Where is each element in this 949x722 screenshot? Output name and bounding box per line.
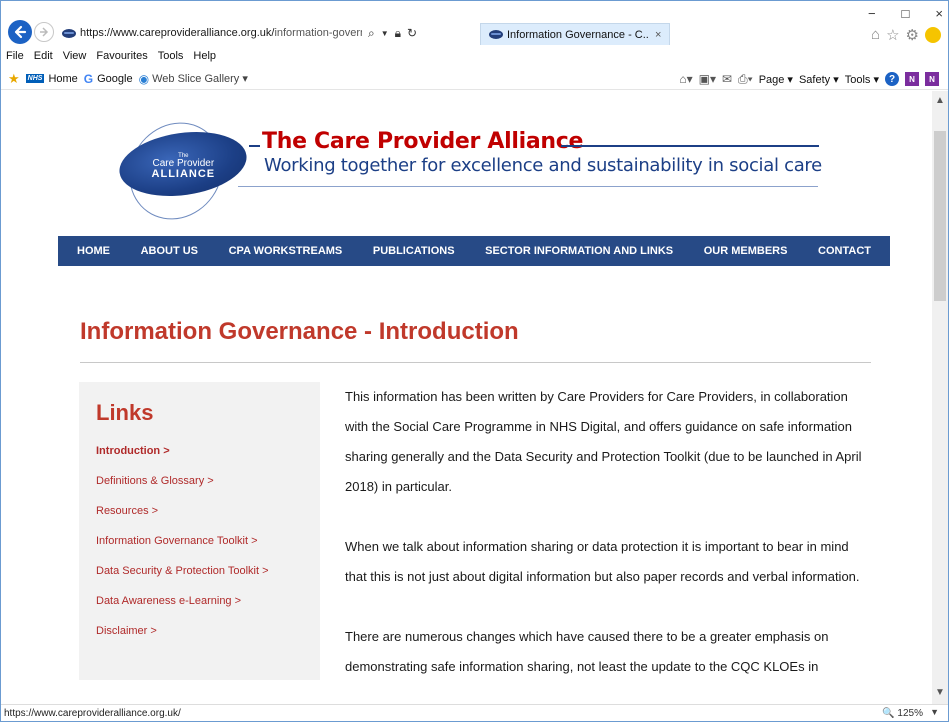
read-mail-icon[interactable]: ✉ [722, 72, 732, 86]
content-paragraph: When we talk about information sharing o… [345, 539, 860, 584]
home-page-icon[interactable]: ⌂▾ [679, 72, 692, 86]
favourite-web-slice-gallery[interactable]: Web Slice Gallery ▾ [152, 72, 248, 85]
menu-help[interactable]: Help [193, 50, 216, 68]
link-information-governance-toolkit[interactable]: Information Governance Toolkit > [96, 535, 269, 565]
menu-edit[interactable]: Edit [34, 50, 53, 68]
help-icon[interactable]: ? [885, 72, 899, 86]
page-title: Information Governance - Introduction [80, 318, 519, 345]
site-favicon-icon [62, 28, 76, 38]
home-icon[interactable]: ⌂ [871, 26, 880, 44]
search-icon[interactable]: ⌕ [368, 26, 375, 41]
zoom-level[interactable]: 🔍 125% [882, 708, 923, 719]
scroll-up-icon[interactable]: ▲ [935, 95, 945, 106]
nhs-logo-icon: NHS [25, 74, 45, 83]
back-button[interactable] [8, 20, 32, 44]
favourites-star-icon[interactable]: ☆ [886, 26, 899, 44]
add-favourite-star-icon[interactable]: ★ [8, 71, 20, 87]
page-viewport: The Care Provider ALLIANCE The Care Prov… [1, 91, 932, 704]
menu-tools[interactable]: Tools [158, 50, 184, 68]
menu-bar: File Edit View Favourites Tools Help [0, 50, 216, 68]
url-host: https://www.careprovideralliance.org.uk/ [80, 27, 275, 39]
settings-gear-icon[interactable]: ⚙ [906, 26, 919, 44]
menu-favourites[interactable]: Favourites [96, 50, 147, 68]
onenote-icon[interactable]: N [905, 72, 919, 86]
command-bar: ⌂▾ ▣▾ ✉ ⎙▾ Page ▾ Safety ▾ Tools ▾ ? N N [679, 68, 939, 90]
lock-icon[interactable]: 🔒︎ [395, 26, 401, 41]
page-menu[interactable]: Page ▾ [759, 73, 793, 86]
feeds-icon[interactable]: ▣▾ [699, 72, 716, 86]
menu-view[interactable]: View [63, 50, 87, 68]
site-tagline: Working together for excellence and sust… [264, 155, 822, 176]
google-icon: G [83, 71, 94, 86]
feedback-smiley-icon[interactable] [925, 27, 941, 43]
nav-sector-information-and-links[interactable]: SECTOR INFORMATION AND LINKS [485, 245, 673, 257]
safety-menu[interactable]: Safety ▾ [799, 73, 839, 86]
dropdown-icon[interactable]: ▼ [381, 29, 389, 38]
nav-about-us[interactable]: ABOUT US [141, 245, 198, 257]
favourites-bar: ★ NHS Home G Google ◉ Web Slice Gallery … [0, 68, 949, 90]
browser-titlebar: https://www.careprovideralliance.org.uk/… [0, 0, 949, 46]
site-title: The Care Provider Alliance [262, 129, 584, 154]
tab-title: Information Governance - C... [507, 28, 649, 41]
status-bar: https://www.careprovideralliance.org.uk/… [0, 704, 949, 722]
print-icon[interactable]: ⎙▾ [738, 72, 753, 87]
links-heading: Links [96, 400, 154, 425]
content-paragraph: This information has been written by Car… [345, 389, 862, 494]
url-path: information-governance.h [274, 27, 362, 39]
content-paragraph: There are numerous changes which have ca… [345, 629, 829, 674]
nav-cpa-workstreams[interactable]: CPA WORKSTREAMS [229, 245, 343, 257]
link-data-security-protection-toolkit[interactable]: Data Security & Protection Toolkit > [96, 565, 269, 595]
nav-home[interactable]: HOME [77, 245, 110, 257]
tab-close-icon[interactable]: × [655, 29, 661, 41]
nav-contact[interactable]: CONTACT [818, 245, 871, 257]
main-content: This information has been written by Car… [345, 382, 865, 704]
scroll-down-icon[interactable]: ▼ [935, 687, 945, 698]
web-slice-icon: ◉ [138, 71, 150, 86]
forward-arrow-icon [40, 27, 49, 37]
link-introduction[interactable]: Introduction > [96, 445, 269, 475]
link-disclaimer[interactable]: Disclaimer > [96, 625, 269, 655]
status-url: https://www.careprovideralliance.org.uk/ [4, 708, 181, 719]
tools-menu[interactable]: Tools ▾ [845, 73, 879, 86]
maximize-button[interactable]: □ [902, 6, 910, 21]
vertical-scrollbar[interactable]: ▲ ▼ [932, 91, 948, 704]
close-window-button[interactable]: × [935, 6, 943, 21]
link-definitions-glossary[interactable]: Definitions & Glossary > [96, 475, 269, 505]
tab-information-governance[interactable]: Information Governance - C... × [480, 23, 670, 45]
address-url[interactable]: https://www.careprovideralliance.org.uk/… [80, 27, 362, 39]
refresh-icon[interactable]: ↻ [407, 26, 417, 40]
onenote-linked-icon[interactable]: N [925, 72, 939, 86]
main-navigation: HOME ABOUT US CPA WORKSTREAMS PUBLICATIO… [58, 236, 890, 266]
nav-publications[interactable]: PUBLICATIONS [373, 245, 455, 257]
favourite-home[interactable]: Home [48, 73, 77, 85]
brand-divider [238, 186, 818, 187]
address-bar[interactable]: https://www.careprovideralliance.org.uk/… [58, 22, 478, 44]
tab-favicon-icon [489, 30, 503, 39]
links-sidebar: Links Introduction > Definitions & Gloss… [79, 382, 320, 680]
back-arrow-icon [14, 25, 27, 39]
scroll-thumb[interactable] [934, 131, 946, 301]
link-data-awareness-elearning[interactable]: Data Awareness e-Learning > [96, 595, 269, 625]
forward-button[interactable] [34, 22, 54, 42]
logo-alliance: ALLIANCE [151, 167, 216, 180]
favourite-google[interactable]: Google [97, 73, 132, 85]
title-divider [80, 362, 871, 363]
zoom-dropdown-icon[interactable]: ▼ [930, 707, 939, 717]
brand-divider [561, 145, 819, 147]
menu-file[interactable]: File [6, 50, 24, 68]
brand-divider [249, 145, 260, 147]
link-resources[interactable]: Resources > [96, 505, 269, 535]
nav-our-members[interactable]: OUR MEMBERS [704, 245, 788, 257]
minimize-button[interactable]: − [868, 6, 876, 21]
